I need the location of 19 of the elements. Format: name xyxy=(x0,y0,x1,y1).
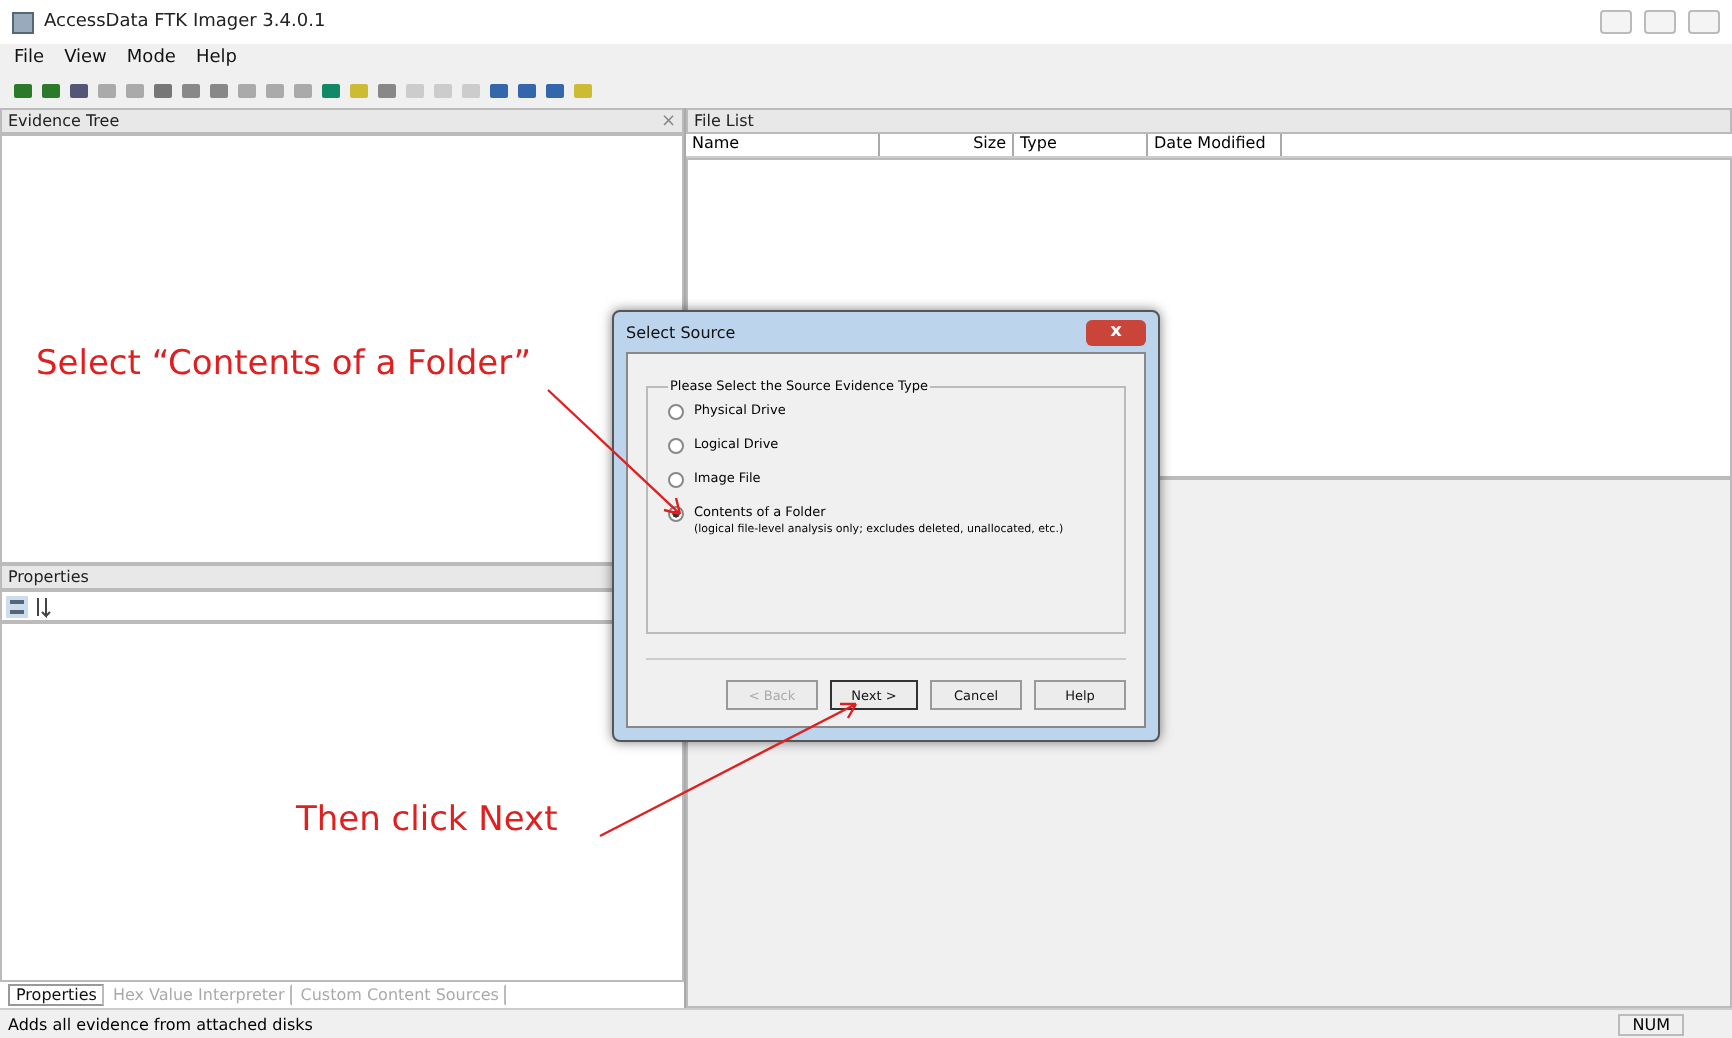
tab[interactable]: Properties xyxy=(8,984,105,1006)
pane-title: File List xyxy=(694,112,754,130)
column-header[interactable]: Type xyxy=(1014,134,1148,156)
close-button[interactable]: x xyxy=(1086,319,1146,345)
menu-item[interactable]: Mode xyxy=(126,48,176,68)
pane-title: Evidence Tree xyxy=(8,112,120,130)
column-header[interactable]: Date Modified xyxy=(1148,134,1282,156)
dialog-title: Select Source xyxy=(626,323,736,341)
menu-item[interactable]: Help xyxy=(195,48,237,68)
menu-item[interactable]: View xyxy=(64,48,107,68)
annotation-text: Then click Next xyxy=(296,800,558,840)
annotation-text: Select “Contents of a Folder” xyxy=(36,344,532,384)
pane-title: Properties xyxy=(8,568,89,586)
window-title: AccessData FTK Imager 3.4.0.1 xyxy=(44,12,326,32)
menu-item[interactable]: File xyxy=(14,48,45,68)
column-header[interactable]: Size xyxy=(880,134,1014,156)
column-header[interactable]: Name xyxy=(686,134,880,156)
num-indicator: NUM xyxy=(1618,1013,1684,1035)
status-text: Adds all evidence from attached disks xyxy=(8,1015,313,1033)
